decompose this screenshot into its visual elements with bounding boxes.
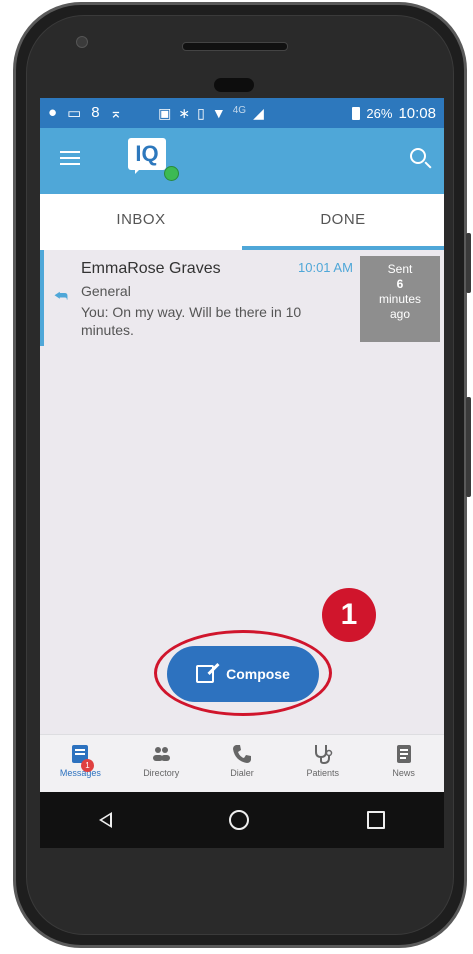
bottom-navigation: 1 Messages Directory Dialer Patients New… [40, 734, 444, 793]
chat-icon: ▭ [67, 105, 82, 122]
phone-screen: ● ▭ 8 ⌅ ▣ ∗ ▯ ▼ 4G ◢ 26% 10:08 IQ INBOX … [40, 98, 444, 848]
nav-messages[interactable]: 1 Messages [40, 735, 121, 793]
step-number-badge: 1 [322, 588, 376, 642]
bluetooth-icon: ∗ [178, 104, 191, 121]
directory-icon [153, 747, 171, 761]
message-preview: You: On my way. Will be there in 10 minu… [81, 304, 302, 338]
nav-label: Messages [59, 768, 101, 778]
stethoscope-icon [314, 745, 333, 765]
nav-directory[interactable]: Directory [121, 735, 202, 793]
clock: 10:08 [398, 104, 436, 122]
earpiece-speaker [182, 42, 288, 51]
lock-icon: 8 [91, 104, 100, 121]
sent-label: Sent [387, 262, 413, 276]
status-bar: ● ▭ 8 ⌅ ▣ ∗ ▯ ▼ 4G ◢ 26% 10:08 [40, 98, 444, 128]
reply-icon: ⮪ [54, 288, 68, 305]
missed-call-icon: ⌅ [109, 105, 123, 122]
battery-percent: 26% [366, 105, 393, 121]
network-type: 4G [232, 104, 247, 116]
tab-inbox[interactable]: INBOX [40, 194, 242, 250]
message-time: 10:01 AM [298, 260, 353, 275]
nav-dialer[interactable]: Dialer [202, 735, 283, 793]
nav-label: Directory [143, 768, 180, 778]
tab-done[interactable]: DONE [242, 194, 444, 250]
nav-news[interactable]: News [363, 735, 444, 793]
message-item[interactable]: ⮪ EmmaRose Graves 10:01 AM General You: … [40, 250, 444, 346]
volume-button [466, 233, 471, 293]
nav-label: Patients [306, 768, 340, 778]
search-icon[interactable] [410, 148, 426, 164]
message-category: General [81, 283, 131, 299]
signal-icon: ◢ [253, 104, 264, 121]
sent-unit: minutes [378, 292, 422, 306]
compose-button[interactable]: Compose [167, 646, 319, 702]
nav-label: News [392, 768, 415, 778]
app-bar: IQ [40, 128, 444, 194]
menu-icon[interactable] [60, 151, 80, 165]
nav-patients[interactable]: Patients [282, 735, 363, 793]
compose-label: Compose [226, 666, 290, 682]
recents-icon[interactable] [367, 811, 386, 829]
logo-tail [135, 168, 147, 174]
unread-badge: 1 [81, 759, 94, 772]
online-status-dot [164, 166, 179, 181]
phone-icon [232, 745, 251, 763]
battery-icon [352, 106, 361, 120]
selection-indicator [40, 250, 44, 346]
sender-name: EmmaRose Graves [81, 260, 221, 277]
back-icon[interactable] [98, 812, 112, 828]
home-icon[interactable] [229, 810, 250, 830]
message-tabs: INBOX DONE [40, 194, 444, 250]
android-icon: ● [48, 104, 58, 121]
sent-status-badge: Sent 6 minutes ago [360, 256, 440, 342]
compose-icon [196, 665, 215, 683]
power-button [466, 397, 471, 497]
system-navigation-bar [40, 792, 444, 848]
cast-icon: ▣ [158, 104, 172, 121]
front-camera [76, 36, 88, 48]
sensor-slot [214, 78, 254, 92]
wifi-icon: ▼ [211, 104, 226, 121]
app-logo: IQ [128, 138, 166, 170]
vibrate-icon: ▯ [197, 104, 205, 121]
nav-label: Dialer [230, 768, 254, 778]
sent-suffix: ago [389, 307, 411, 321]
sent-amount: 6 [396, 277, 404, 291]
news-icon [396, 745, 411, 763]
